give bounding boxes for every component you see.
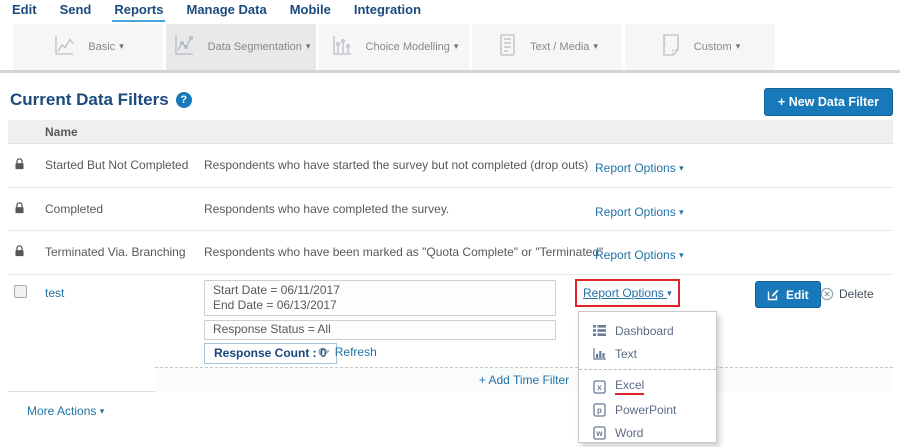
page-title-text: Current Data Filters [10,90,169,110]
line-chart-icon [52,32,76,63]
status-filter-box: Response Status = All [204,320,556,340]
table-header-name: Name [8,120,893,144]
menu-item-dashboard[interactable]: Dashboard [579,319,716,342]
report-options-menu: Dashboard Text x Excel p PowerPoint w Wo… [578,311,717,443]
add-time-filter-strip: + Add Time Filter [155,367,893,392]
dashboard-icon [592,325,607,336]
report-options-link[interactable]: Report Options ▾ [595,248,684,262]
nav-item-reports[interactable]: Reports [112,0,165,22]
top-nav: Edit Send Reports Manage Data Mobile Int… [0,0,900,24]
tab-text-media[interactable]: Text / Media ▾ [472,24,622,70]
nav-item-edit[interactable]: Edit [10,0,39,20]
caret-down-icon: ▾ [667,289,672,298]
delete-button[interactable]: Delete [820,287,874,301]
table-row-selected: test Start Date = 06/11/2017 End Date = … [8,275,893,392]
tab-choice-modelling[interactable]: Choice Modelling ▾ [319,24,469,70]
add-time-filter-link[interactable]: + Add Time Filter [479,373,569,387]
more-actions-link[interactable]: More Actions ▾ [27,404,104,418]
filter-name: Started But Not Completed [45,158,188,172]
tab-label: Custom [694,41,732,53]
filter-description: Respondents who have completed the surve… [204,202,449,216]
row-checkbox[interactable] [14,285,27,298]
annotation-underline: Excel [615,378,644,395]
table-row: Started But Not Completed Respondents wh… [8,144,893,188]
caret-down-icon: ▾ [454,42,459,51]
filter-description: Respondents who have started the survey … [204,158,588,172]
bar-chart-icon [592,348,607,360]
table-row: Completed Respondents who have completed… [8,188,893,231]
help-icon[interactable]: ? [176,92,192,108]
response-count-badge: Response Count : 0 [204,343,337,364]
custom-report-icon [660,32,682,63]
filter-name: Terminated Via. Branching [45,245,186,259]
caret-down-icon: ▾ [679,208,684,217]
tab-label: Text / Media [530,41,589,53]
svg-text:w: w [595,429,603,438]
nav-item-send[interactable]: Send [58,0,94,20]
tab-data-segmentation[interactable]: Data Segmentation ▾ [166,24,316,70]
page-title: Current Data Filters ? [10,90,192,110]
tab-basic[interactable]: Basic ▾ [13,24,163,70]
start-date-value: Start Date = 06/11/2017 [213,283,547,298]
report-options-link[interactable]: Report Options ▾ [583,286,672,300]
end-date-value: End Date = 06/13/2017 [213,298,547,313]
nav-item-mobile[interactable]: Mobile [288,0,333,20]
nav-item-integration[interactable]: Integration [352,0,423,20]
excel-file-icon: x [592,380,607,394]
caret-down-icon: ▾ [593,42,598,51]
menu-divider [579,369,716,370]
lock-icon [14,201,25,220]
menu-item-word[interactable]: w Word [579,421,716,444]
new-data-filter-button[interactable]: + New Data Filter [764,88,893,116]
tab-label: Basic [88,41,115,53]
lock-icon [14,244,25,263]
menu-item-powerpoint[interactable]: p PowerPoint [579,398,716,421]
pencil-square-icon [767,288,780,301]
word-file-icon: w [592,426,607,440]
table-row: Terminated Via. Branching Respondents wh… [8,231,893,275]
edit-button[interactable]: Edit [755,281,821,308]
caret-down-icon: ▾ [736,42,741,51]
response-status-value: Response Status = All [213,322,331,336]
date-filter-box: Start Date = 06/11/2017 End Date = 06/13… [204,280,556,316]
choice-modelling-chart-icon [330,32,354,63]
lock-icon [14,157,25,176]
circle-x-icon [820,287,834,301]
report-tab-bar: Basic ▾ Data Segmentation ▾ Choice Model… [0,24,900,73]
data-filters-page: Edit Send Reports Manage Data Mobile Int… [0,0,900,447]
caret-down-icon: ▾ [119,42,124,51]
text-media-icon [496,32,518,63]
filter-name: Completed [45,202,103,216]
caret-down-icon: ▾ [100,407,105,416]
tab-custom[interactable]: Custom ▾ [625,24,775,70]
filter-description: Respondents who have been marked as "Quo… [204,245,603,259]
nav-item-manage-data[interactable]: Manage Data [184,0,268,20]
menu-item-excel[interactable]: x Excel [579,375,716,398]
svg-text:p: p [597,406,602,415]
caret-down-icon: ▾ [679,164,684,173]
report-options-link[interactable]: Report Options ▾ [595,205,684,219]
refresh-icon: ⟳ [318,345,330,359]
segmentation-chart-icon [172,32,196,63]
caret-down-icon: ▾ [679,251,684,260]
annotation-highlight-box: Report Options ▾ [575,279,680,307]
caret-down-icon: ▾ [306,42,311,51]
powerpoint-file-icon: p [592,403,607,417]
menu-item-text[interactable]: Text [579,342,716,365]
data-filters-table: Name Started But Not Completed Responden… [8,120,893,392]
svg-text:x: x [597,383,602,392]
report-options-link[interactable]: Report Options ▾ [595,161,684,175]
tab-label: Choice Modelling [366,41,450,53]
refresh-link[interactable]: ⟳ Refresh [318,345,377,359]
filter-name-link[interactable]: test [45,286,64,300]
tab-label: Data Segmentation [208,41,302,53]
